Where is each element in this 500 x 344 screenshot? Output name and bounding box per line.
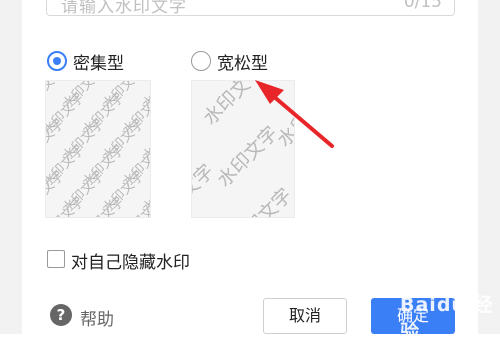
help-link[interactable]: 帮助 [80, 305, 114, 330]
hide-watermark-checkbox[interactable] [47, 250, 65, 268]
dense-preview[interactable]: 水印文字 水印文字 水印文字 水印文字 水印文字 水印文字 水印文字 水印文字 水印文字 水印文字… [45, 80, 151, 218]
ok-button[interactable]: 确定 [371, 298, 455, 334]
backdrop-left [0, 0, 22, 334]
help-icon[interactable]: ? [50, 304, 72, 326]
radio-loose[interactable] [191, 51, 211, 71]
backdrop-right [478, 0, 500, 334]
watermark-text-placeholder: 请输入水印文字 [61, 0, 187, 17]
radio-dense-label[interactable]: 密集型 [73, 49, 124, 74]
loose-watermark-pattern: 水印文字水印文字水印文字水印文字水印文字 [192, 81, 295, 218]
watermark-tile-text: 水印文字 [192, 160, 218, 218]
dense-watermark-pattern: 水印文字水印文字水印文字水印文字水印文字水印文字水印文字水印文字水印文字水印文字… [46, 81, 150, 217]
cancel-button[interactable]: 取消 [263, 298, 347, 334]
radio-dense[interactable] [47, 51, 67, 71]
watermark-tile-text: 水印文字 [213, 122, 282, 191]
character-counter: 0/15 [403, 0, 442, 12]
hide-watermark-label[interactable]: 对自己隐藏水印 [71, 248, 190, 273]
loose-preview[interactable]: 水印文字 水印文字 水印文字 水印文字 水印文字 [191, 80, 295, 218]
watermark-tile-text: 水印文字 [227, 184, 295, 218]
watermark-text-input[interactable]: 请输入水印文字 0/15 [46, 0, 455, 17]
watermark-tile-text: 水印文字 [199, 81, 268, 129]
radio-loose-label[interactable]: 宽松型 [217, 49, 268, 74]
